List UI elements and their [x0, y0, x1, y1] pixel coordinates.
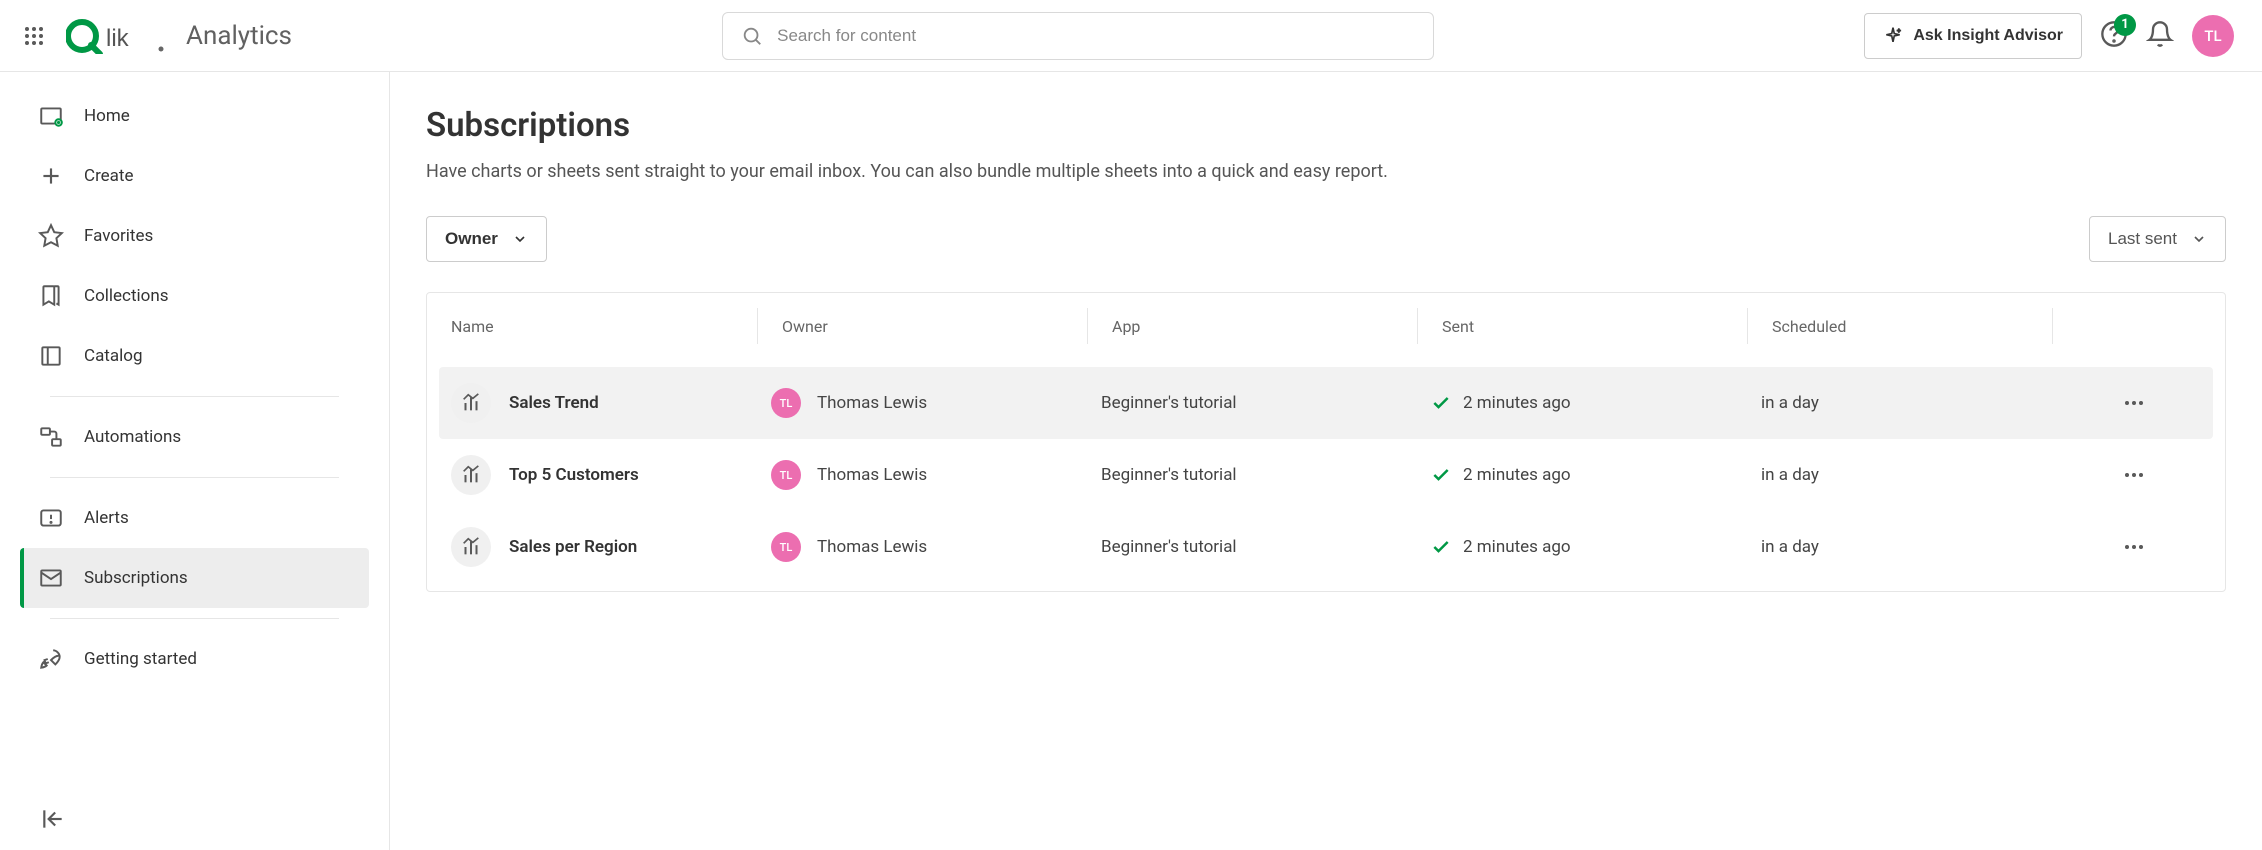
owner-avatar: TL: [771, 532, 801, 562]
sent-time: 2 minutes ago: [1463, 465, 1571, 485]
sidebar-item-label: Favorites: [84, 226, 153, 246]
help-badge: 1: [2114, 14, 2136, 36]
page-title: Subscriptions: [426, 106, 2226, 145]
sidebar-item-label: Subscriptions: [84, 568, 188, 588]
collapse-icon: [40, 806, 66, 832]
sidebar-item-label: Automations: [84, 427, 181, 447]
sidebar-item-automations[interactable]: Automations: [20, 407, 369, 467]
nav-divider: [50, 396, 339, 397]
table-header: Name Owner App Sent Scheduled: [427, 293, 2225, 359]
table-body: Sales Trend TL Thomas Lewis Beginner's t…: [427, 359, 2225, 591]
owner-name: Thomas Lewis: [817, 393, 927, 413]
automation-icon: [38, 424, 64, 450]
more-actions-button[interactable]: [2122, 463, 2146, 487]
scheduled-time: in a day: [1761, 393, 2066, 413]
chevron-down-icon: [2191, 231, 2207, 247]
sidebar-item-catalog[interactable]: Catalog: [20, 326, 369, 386]
collapse-sidebar-button[interactable]: [40, 806, 66, 832]
sent-time: 2 minutes ago: [1463, 537, 1571, 557]
table-row[interactable]: Sales Trend TL Thomas Lewis Beginner's t…: [439, 367, 2213, 439]
sidebar-item-subscriptions[interactable]: Subscriptions: [20, 548, 369, 608]
owner-name: Thomas Lewis: [817, 465, 927, 485]
sort-label: Last sent: [2108, 229, 2177, 249]
more-actions-button[interactable]: [2122, 391, 2146, 415]
scheduled-time: in a day: [1761, 537, 2066, 557]
ask-advisor-label: Ask Insight Advisor: [1913, 27, 2063, 45]
main-content: Subscriptions Have charts or sheets sent…: [390, 72, 2262, 850]
sidebar: Home Create Favorites Collections Catalo…: [0, 72, 390, 850]
product-name: Analytics: [186, 21, 292, 51]
alert-icon: [38, 505, 64, 531]
nav-divider: [50, 618, 339, 619]
column-header-owner[interactable]: Owner: [757, 308, 1087, 344]
sidebar-item-home[interactable]: Home: [20, 86, 369, 146]
home-icon: [38, 103, 64, 129]
subscription-name: Sales per Region: [509, 537, 637, 557]
sent-time: 2 minutes ago: [1463, 393, 1571, 413]
owner-filter-label: Owner: [445, 229, 498, 249]
check-icon: [1431, 393, 1451, 413]
column-header-sent[interactable]: Sent: [1417, 308, 1747, 344]
check-icon: [1431, 465, 1451, 485]
page-description: Have charts or sheets sent straight to y…: [426, 161, 2226, 182]
owner-avatar: TL: [771, 388, 801, 418]
subscriptions-table: Name Owner App Sent Scheduled Sales Tren…: [426, 292, 2226, 592]
sidebar-item-getting-started[interactable]: Getting started: [20, 629, 369, 689]
column-header-actions: [2052, 308, 2225, 344]
table-row[interactable]: Top 5 Customers TL Thomas Lewis Beginner…: [439, 439, 2213, 511]
sidebar-item-favorites[interactable]: Favorites: [20, 206, 369, 266]
plus-icon: [38, 163, 64, 189]
app-name: Beginner's tutorial: [1101, 465, 1431, 485]
help-button[interactable]: 1: [2100, 20, 2128, 52]
sidebar-item-label: Collections: [84, 286, 169, 306]
check-icon: [1431, 537, 1451, 557]
table-row[interactable]: Sales per Region TL Thomas Lewis Beginne…: [439, 511, 2213, 583]
chart-icon: [451, 455, 491, 495]
qlik-logo[interactable]: lik: [66, 18, 166, 54]
user-avatar[interactable]: TL: [2192, 15, 2234, 57]
chart-icon: [451, 527, 491, 567]
subscription-name: Sales Trend: [509, 393, 599, 413]
bookmark-icon: [38, 283, 64, 309]
logo-area: lik Analytics: [66, 18, 292, 54]
sidebar-item-collections[interactable]: Collections: [20, 266, 369, 326]
catalog-icon: [38, 343, 64, 369]
sidebar-item-create[interactable]: Create: [20, 146, 369, 206]
search-box[interactable]: [722, 12, 1434, 60]
toolbar: Owner Last sent: [426, 216, 2226, 262]
sidebar-item-alerts[interactable]: Alerts: [20, 488, 369, 548]
sidebar-item-label: Getting started: [84, 649, 197, 669]
notifications-button[interactable]: [2146, 20, 2174, 52]
owner-filter-button[interactable]: Owner: [426, 216, 547, 262]
bell-icon: [2146, 20, 2174, 48]
svg-text:lik: lik: [106, 25, 130, 52]
scheduled-time: in a day: [1761, 465, 2066, 485]
rocket-icon: [38, 646, 64, 672]
more-actions-button[interactable]: [2122, 535, 2146, 559]
app-header: lik Analytics Ask Insight Advisor 1 TL: [0, 0, 2262, 72]
ask-insight-advisor-button[interactable]: Ask Insight Advisor: [1864, 13, 2082, 59]
sidebar-item-label: Catalog: [84, 346, 143, 366]
app-launcher-icon[interactable]: [22, 24, 46, 48]
nav-divider: [50, 477, 339, 478]
sidebar-item-label: Home: [84, 106, 130, 126]
sidebar-item-label: Create: [84, 166, 134, 186]
column-header-name[interactable]: Name: [427, 308, 757, 344]
sidebar-item-label: Alerts: [84, 508, 129, 528]
column-header-scheduled[interactable]: Scheduled: [1747, 308, 2052, 344]
mail-icon: [38, 565, 64, 591]
column-header-app[interactable]: App: [1087, 308, 1417, 344]
chart-icon: [451, 383, 491, 423]
owner-avatar: TL: [771, 460, 801, 490]
sparkle-icon: [1883, 26, 1903, 46]
sort-button[interactable]: Last sent: [2089, 216, 2226, 262]
subscription-name: Top 5 Customers: [509, 465, 639, 485]
chevron-down-icon: [512, 231, 528, 247]
search-input[interactable]: [777, 26, 1415, 46]
star-icon: [38, 223, 64, 249]
app-name: Beginner's tutorial: [1101, 537, 1431, 557]
owner-name: Thomas Lewis: [817, 537, 927, 557]
app-name: Beginner's tutorial: [1101, 393, 1431, 413]
search-icon: [741, 25, 763, 47]
